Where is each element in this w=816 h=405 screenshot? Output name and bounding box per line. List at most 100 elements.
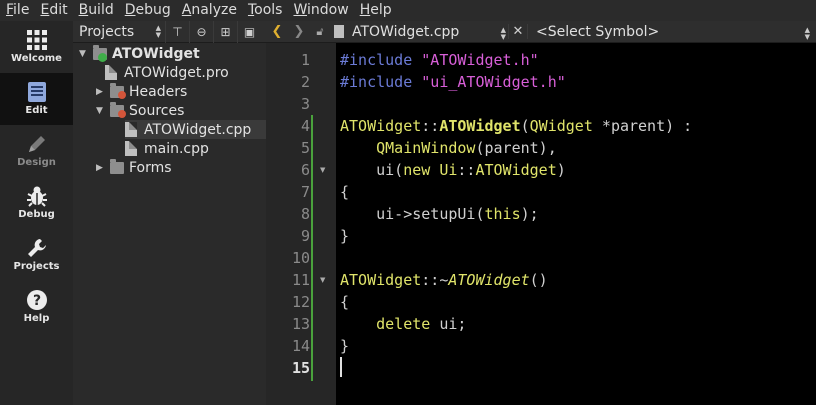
code-editor[interactable]: #include "ATOWidget.h" #include "ui_ATOW… (336, 43, 816, 405)
tree-item-project[interactable]: ▼ ATOWidget (79, 44, 259, 63)
tree-item-label: Headers (129, 83, 188, 100)
mode-debug[interactable]: Debug (0, 177, 73, 229)
folder-icon (110, 82, 126, 100)
split-icon: ⊞ (220, 24, 231, 39)
code-line: ATOWidget::~ATOWidget() (340, 271, 548, 289)
close-icon: ✕ (512, 24, 524, 39)
code-line: ATOWidget::ATOWidget(QWidget *parent) : (340, 117, 693, 135)
collapse-arrow-icon[interactable]: ▼ (96, 106, 106, 116)
line-number: 15 (291, 359, 310, 377)
line-number: 5 (300, 139, 310, 157)
symbol-select-label: <Select Symbol> (536, 23, 660, 40)
mode-label: Help (23, 313, 50, 324)
mode-label: Design (17, 157, 56, 168)
menu-bar: File Edit Build Debug Analyze Tools Window Help (0, 0, 816, 21)
folder-icon (110, 101, 126, 119)
file-icon (125, 140, 139, 157)
code-line: { (340, 293, 350, 311)
filter-button[interactable]: ⊤ (165, 20, 189, 43)
expand-arrow-icon[interactable]: ▶ (96, 87, 106, 97)
code-line: { (340, 183, 350, 201)
line-number-gutter[interactable]: 1 2 3 4 5 6 7 8 9 10 11 12 13 14 15 ▼ ▼ (266, 43, 336, 405)
line-number: 1 (300, 51, 310, 69)
tree-item-pro-file[interactable]: ATOWidget.pro (105, 63, 265, 82)
tree-item-label: ATOWidget.cpp (144, 121, 252, 138)
wrench-icon (27, 239, 46, 257)
close-document-button[interactable]: ✕ (508, 24, 528, 39)
code-line: } (340, 227, 350, 245)
folder-icon (110, 158, 124, 176)
split-button[interactable]: ⊞ (213, 20, 237, 43)
menu-analyze[interactable]: Analyze (182, 0, 237, 21)
bug-icon (26, 186, 47, 207)
code-line: delete ui; (376, 315, 467, 333)
line-number: 4 (300, 117, 310, 135)
mode-design[interactable]: Design (0, 125, 73, 177)
project-view-select[interactable]: Projects ▲ ▼ (73, 21, 165, 43)
mode-sidebar: Welcome Edit Design Debug Projects ? Hel… (0, 21, 73, 405)
code-line: QMainWindow(parent), (376, 139, 557, 157)
menu-tools[interactable]: Tools (248, 0, 283, 21)
menu-file[interactable]: File (6, 0, 29, 21)
back-arrow-icon[interactable]: ❮ (266, 24, 288, 39)
line-number: 12 (291, 293, 310, 311)
tree-item-label: ATOWidget (112, 45, 200, 62)
mode-label: Projects (13, 261, 60, 272)
line-number: 8 (300, 205, 310, 223)
tree-item-atowidget-cpp[interactable]: ATOWidget.cpp (125, 120, 266, 139)
tree-item-forms[interactable]: ▶ Forms (96, 158, 266, 177)
collapse-arrow-icon[interactable]: ▼ (79, 49, 89, 59)
open-file-select[interactable]: ATOWidget.cpp ▲ ▼ (352, 23, 508, 41)
mode-label: Debug (18, 209, 55, 220)
updown-arrows-icon: ▲ ▼ (155, 23, 161, 39)
updown-arrows-icon: ▲ ▼ (804, 25, 810, 41)
editor-toolbar: ❮ ❯ 🔓︎ ATOWidget.cpp ▲ ▼ ✕ <Select Symbol… (266, 21, 816, 43)
mode-help[interactable]: ? Help (0, 281, 73, 333)
mode-label: Welcome (11, 53, 62, 64)
close-panel-button[interactable]: ▣ (237, 20, 261, 43)
question-icon: ? (26, 290, 47, 310)
line-number: 14 (291, 337, 310, 355)
menu-build[interactable]: Build (79, 0, 114, 21)
symbol-select[interactable]: <Select Symbol> ▲ ▼ (528, 23, 816, 41)
code-line: ui(new Ui::ATOWidget) (340, 161, 566, 179)
tree-item-headers[interactable]: ▶ Headers (96, 82, 266, 101)
svg-text:?: ? (32, 293, 40, 309)
line-number: 9 (300, 227, 310, 245)
forward-arrow-icon[interactable]: ❯ (288, 24, 310, 39)
open-file-name: ATOWidget.cpp (352, 23, 460, 40)
text-cursor (340, 357, 342, 377)
tree-item-label: Sources (129, 102, 185, 119)
menu-debug[interactable]: Debug (125, 0, 171, 21)
tree-item-sources[interactable]: ▼ Sources (96, 101, 266, 120)
code-line: } (340, 337, 350, 355)
fold-marker-icon[interactable]: ▼ (320, 269, 328, 291)
line-number: 2 (300, 73, 310, 91)
code-line: ui->setupUi(this); (340, 205, 539, 223)
menu-window[interactable]: Window (293, 0, 348, 21)
pencil-icon (28, 136, 45, 152)
lock-icon[interactable]: 🔓︎ (310, 25, 330, 39)
panel-close-icon: ▣ (243, 24, 256, 39)
mode-welcome[interactable]: Welcome (0, 21, 73, 73)
line-number: 7 (300, 183, 310, 201)
project-view-label: Projects (79, 23, 135, 40)
project-tree: ▼ ATOWidget ATOWidget.pro ▶ Headers ▼ So… (73, 43, 266, 405)
file-icon (105, 64, 119, 81)
document-icon (27, 82, 46, 102)
link-button[interactable]: ⊖ (189, 20, 213, 43)
line-number: 13 (291, 315, 310, 333)
line-number: 6 (300, 161, 310, 179)
mode-projects[interactable]: Projects (0, 229, 73, 281)
fold-marker-icon[interactable]: ▼ (320, 159, 328, 181)
project-icon (93, 44, 107, 62)
menu-help[interactable]: Help (360, 0, 392, 21)
updown-arrows-icon: ▲ ▼ (500, 25, 506, 41)
menu-edit[interactable]: Edit (40, 0, 67, 21)
mode-edit[interactable]: Edit (0, 73, 73, 125)
tree-item-main-cpp[interactable]: main.cpp (125, 139, 266, 158)
expand-arrow-icon[interactable]: ▶ (96, 163, 106, 173)
line-number: 10 (291, 249, 310, 267)
file-icon (334, 25, 344, 38)
mode-label: Edit (25, 105, 48, 116)
